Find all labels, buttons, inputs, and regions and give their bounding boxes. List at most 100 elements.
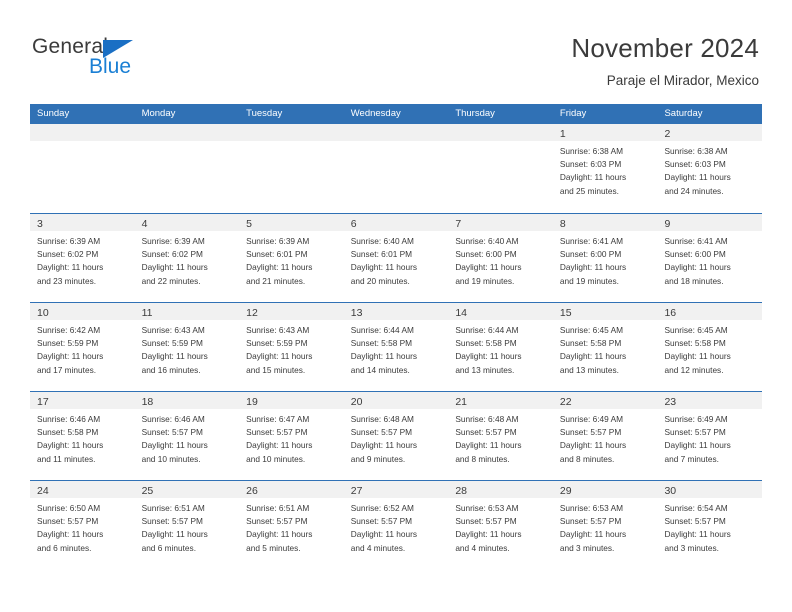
day-number: 9	[664, 218, 671, 230]
day-sunrise-line: Sunrise: 6:39 AM	[246, 236, 310, 246]
day-sunrise-line: Sunrise: 6:40 AM	[455, 236, 519, 246]
day-sunrise-line: Sunrise: 6:46 AM	[141, 414, 205, 424]
day-number-band: 15	[552, 303, 658, 320]
day-sun-info: Sunrise: 6:44 AM Sunset: 5:58 PM Daylight:…	[448, 320, 553, 377]
day-daylight-line: and 3 minutes.	[664, 542, 719, 553]
day-sunrise-line: Sunrise: 6:48 AM	[455, 414, 519, 424]
day-sun-info: Sunrise: 6:45 AM Sunset: 5:58 PM Daylight:…	[657, 320, 762, 377]
calendar-day-cell[interactable]: 23 Sunrise: 6:49 AM Sunset: 5:57 PM Dayligh…	[657, 392, 763, 480]
day-sun-info: Sunrise: 6:45 AM Sunset: 5:58 PM Daylight:…	[553, 320, 658, 377]
calendar-day-cell-empty	[134, 124, 240, 213]
calendar-day-cell[interactable]: 29 Sunrise: 6:53 AM Sunset: 5:57 PM Dayligh…	[552, 481, 658, 569]
calendar-day-cell[interactable]: 16 Sunrise: 6:45 AM Sunset: 5:58 PM Dayligh…	[657, 303, 763, 391]
calendar-day-cell[interactable]: 17 Sunrise: 6:46 AM Sunset: 5:58 PM Dayligh…	[30, 392, 135, 480]
day-sunset-line: Sunset: 5:57 PM	[350, 516, 413, 527]
calendar-day-cell[interactable]: 1 Sunrise: 6:38 AM Sunset: 6:03 PM Daylight…	[552, 124, 658, 213]
day-number: 5	[246, 218, 252, 230]
day-number: 19	[246, 396, 258, 408]
day-number-band: 4	[134, 214, 240, 231]
calendar-day-cell[interactable]: 22 Sunrise: 6:49 AM Sunset: 5:57 PM Dayligh…	[552, 392, 658, 480]
day-number-band: 17	[30, 392, 135, 409]
day-sunset-line: Sunset: 6:01 PM	[350, 249, 413, 260]
day-daylight-line: Daylight: 11 hours	[350, 351, 417, 362]
day-daylight-line: Daylight: 11 hours	[559, 262, 627, 273]
day-number: 4	[141, 218, 148, 230]
page-subtitle: Paraje el Mirador, Mexico	[606, 73, 759, 88]
day-number: 18	[141, 396, 154, 408]
calendar-day-cell[interactable]: 6 Sunrise: 6:40 AM Sunset: 6:01 PM Daylight…	[343, 214, 449, 302]
day-daylight-line: and 11 minutes.	[37, 453, 96, 464]
day-daylight-line: Daylight: 11 hours	[246, 351, 313, 362]
calendar-day-cell[interactable]: 27 Sunrise: 6:52 AM Sunset: 5:57 PM Dayligh…	[343, 481, 449, 569]
calendar-day-cell[interactable]: 21 Sunrise: 6:48 AM Sunset: 5:57 PM Dayligh…	[448, 392, 553, 480]
day-sunset-line: Sunset: 6:03 PM	[559, 159, 622, 170]
day-sun-info: Sunrise: 6:48 AM Sunset: 5:57 PM Daylight:…	[448, 409, 553, 466]
day-sunset-line: Sunset: 6:00 PM	[455, 249, 517, 260]
calendar-day-cell[interactable]: 11 Sunrise: 6:43 AM Sunset: 5:59 PM Dayligh…	[134, 303, 240, 391]
calendar-day-cell[interactable]: 13 Sunrise: 6:44 AM Sunset: 5:58 PM Dayligh…	[343, 303, 449, 391]
day-sunrise-line: Sunrise: 6:49 AM	[664, 414, 728, 424]
day-sun-info: Sunrise: 6:53 AM Sunset: 5:57 PM Daylight:…	[553, 498, 658, 555]
calendar-day-cell[interactable]: 8 Sunrise: 6:41 AM Sunset: 6:00 PM Daylight…	[552, 214, 658, 302]
calendar-day-cell[interactable]: 3 Sunrise: 6:39 AM Sunset: 6:02 PM Daylight…	[30, 214, 135, 302]
calendar-day-cell[interactable]: 4 Sunrise: 6:39 AM Sunset: 6:02 PM Daylight…	[134, 214, 240, 302]
calendar-day-cell[interactable]: 5 Sunrise: 6:39 AM Sunset: 6:01 PM Daylight…	[239, 214, 344, 302]
day-daylight-line: Daylight: 11 hours	[141, 529, 208, 540]
brand-logo[interactable]: General Blue	[32, 36, 232, 86]
calendar-day-cell[interactable]: 18 Sunrise: 6:46 AM Sunset: 5:57 PM Dayligh…	[134, 392, 240, 480]
day-sunset-line: Sunset: 6:01 PM	[246, 249, 308, 260]
day-sunset-line: Sunset: 6:00 PM	[664, 249, 726, 260]
calendar-day-cell[interactable]: 30 Sunrise: 6:54 AM Sunset: 5:57 PM Dayligh…	[657, 481, 763, 569]
calendar-day-cell[interactable]: 20 Sunrise: 6:48 AM Sunset: 5:57 PM Dayligh…	[343, 392, 449, 480]
day-sunrise-line: Sunrise: 6:40 AM	[350, 236, 414, 246]
day-sunset-line: Sunset: 5:57 PM	[350, 427, 413, 438]
weekday-sunday: Sunday	[37, 108, 70, 119]
calendar-day-cell[interactable]: 10 Sunrise: 6:42 AM Sunset: 5:59 PM Dayligh…	[30, 303, 135, 391]
calendar-day-cell[interactable]: 2 Sunrise: 6:38 AM Sunset: 6:03 PM Daylight…	[657, 124, 763, 213]
day-sun-info	[448, 141, 553, 145]
day-number: 24	[37, 485, 49, 497]
day-number-band: 6	[343, 214, 449, 231]
day-daylight-line: Daylight: 11 hours	[664, 172, 731, 183]
calendar-day-cell[interactable]: 19 Sunrise: 6:47 AM Sunset: 5:57 PM Dayligh…	[239, 392, 344, 480]
day-daylight-line: and 25 minutes.	[559, 185, 619, 196]
title-block: November 2024 Paraje el Mirador, Mexico	[571, 33, 759, 90]
weekday-monday: Monday	[141, 108, 176, 119]
day-sunrise-line: Sunrise: 6:50 AM	[37, 503, 101, 513]
day-daylight-line: Daylight: 11 hours	[455, 440, 522, 451]
calendar-day-cell-empty	[30, 124, 135, 213]
day-daylight-line: and 14 minutes.	[350, 364, 410, 375]
day-number: 2	[664, 128, 671, 140]
day-sunset-line: Sunset: 5:57 PM	[141, 516, 203, 527]
calendar-week-row: 17 Sunrise: 6:46 AM Sunset: 5:58 PM Dayligh…	[30, 391, 763, 480]
calendar-day-cell[interactable]: 14 Sunrise: 6:44 AM Sunset: 5:58 PM Dayligh…	[448, 303, 553, 391]
calendar-day-cell[interactable]: 9 Sunrise: 6:41 AM Sunset: 6:00 PM Daylight…	[657, 214, 763, 302]
day-daylight-line: Daylight: 11 hours	[350, 440, 417, 451]
day-number: 12	[246, 307, 258, 319]
day-sunrise-line: Sunrise: 6:52 AM	[350, 503, 414, 513]
calendar-day-cell[interactable]: 15 Sunrise: 6:45 AM Sunset: 5:58 PM Dayligh…	[552, 303, 658, 391]
calendar-day-cell[interactable]: 26 Sunrise: 6:51 AM Sunset: 5:57 PM Dayligh…	[239, 481, 344, 569]
calendar-day-cell[interactable]: 7 Sunrise: 6:40 AM Sunset: 6:00 PM Daylight…	[448, 214, 553, 302]
calendar-day-cell[interactable]: 24 Sunrise: 6:50 AM Sunset: 5:57 PM Dayligh…	[30, 481, 135, 569]
day-number: 21	[455, 396, 467, 408]
day-daylight-line: and 17 minutes.	[37, 364, 97, 375]
day-number: 1	[559, 128, 566, 140]
day-sunrise-line: Sunrise: 6:46 AM	[37, 414, 101, 424]
weekday-wednesday: Wednesday	[350, 108, 401, 119]
day-daylight-line: Daylight: 11 hours	[559, 529, 627, 540]
calendar-day-cell[interactable]: 28 Sunrise: 6:53 AM Sunset: 5:57 PM Dayligh…	[448, 481, 553, 569]
calendar-day-cell[interactable]: 12 Sunrise: 6:43 AM Sunset: 5:59 PM Dayligh…	[239, 303, 344, 391]
day-daylight-line: and 10 minutes.	[246, 453, 306, 464]
weekday-tuesday: Tuesday	[246, 108, 283, 119]
calendar-day-cell[interactable]: 25 Sunrise: 6:51 AM Sunset: 5:57 PM Dayligh…	[134, 481, 240, 569]
calendar-weeks: 1 Sunrise: 6:38 AM Sunset: 6:03 PM Daylight…	[30, 124, 763, 569]
day-daylight-line: Daylight: 11 hours	[141, 440, 208, 451]
day-number: 22	[559, 396, 572, 408]
day-number-band: 14	[448, 303, 553, 320]
day-sunrise-line: Sunrise: 6:44 AM	[455, 325, 519, 335]
day-sun-info: Sunrise: 6:41 AM Sunset: 6:00 PM Daylight:…	[553, 231, 658, 288]
day-daylight-line: Daylight: 11 hours	[664, 262, 731, 273]
day-sun-info: Sunrise: 6:44 AM Sunset: 5:58 PM Daylight:…	[344, 320, 449, 377]
day-daylight-line: and 16 minutes.	[141, 364, 201, 375]
